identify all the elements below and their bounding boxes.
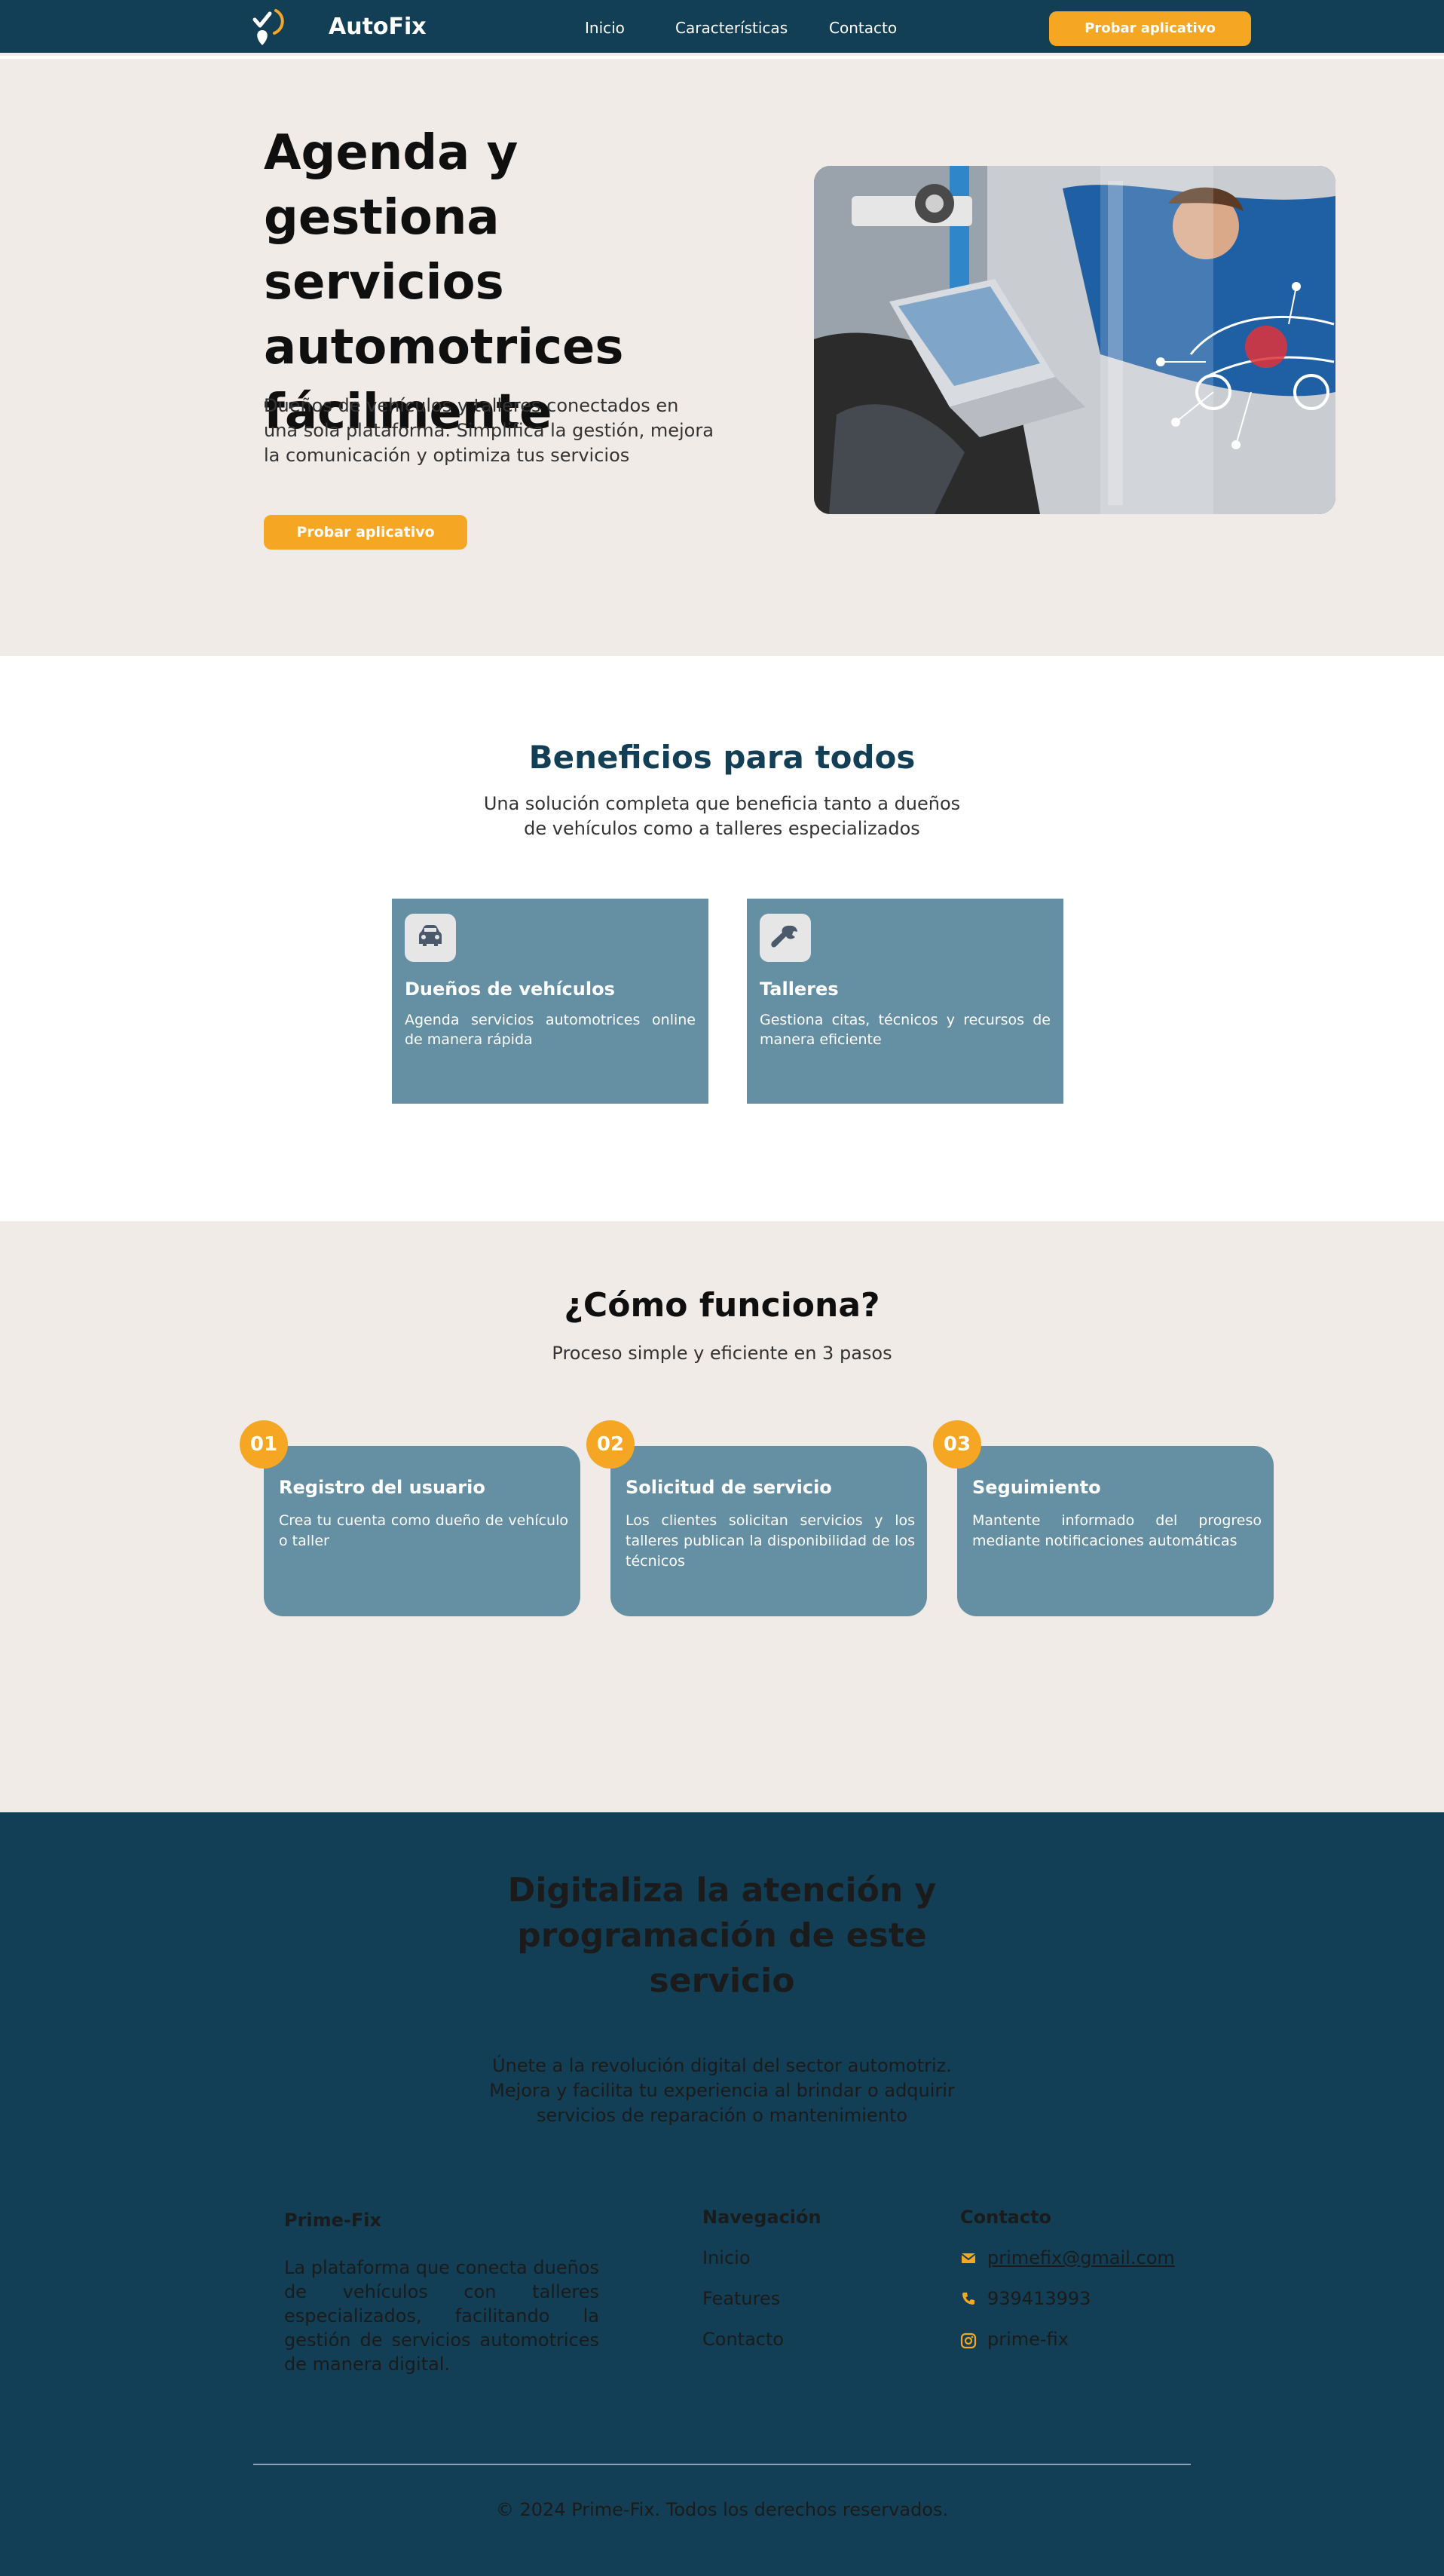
nav-link-inicio[interactable]: Inicio [585,17,625,39]
benefits-title: Beneficios para todos [528,739,916,776]
benefit-card-desc: Agenda servicios automotrices online de … [405,1012,696,1048]
benefits-subtitle: Una solución completa que beneficia tant… [483,793,961,839]
nav-link-caracteristicas[interactable]: Características [675,17,788,39]
header-try-app-button[interactable]: Probar aplicativo [1049,11,1251,46]
cta-text: Únete a la revolución digital del sector… [489,2055,955,2126]
contact-phone: 939413993 [987,2288,1091,2309]
copyright-text: © 2024 Prime-Fix. Todos los derechos res… [495,2499,949,2520]
wrench-icon [760,914,811,962]
benefit-card-desc: Gestiona citas, técnicos y recursos de m… [760,1012,1051,1048]
brand-name[interactable]: AutoFix [329,12,427,42]
footer-link-inicio[interactable]: Inicio [702,2245,751,2271]
step-card-2: Solicitud de servicio Los clientes solic… [610,1446,927,1616]
how-it-works-subtitle: Proceso simple y eficiente en 3 pasos [552,1343,892,1364]
contact-email-link[interactable]: primefix@gmail.com [987,2245,1175,2271]
benefit-card-workshops: Talleres Gestiona citas, técnicos y recu… [747,899,1063,1104]
benefit-card-owners: Dueños de vehículos Agenda servicios aut… [392,899,708,1104]
step-title: Solicitud de servicio [626,1477,832,1498]
hero-mechanic-image [814,166,1335,514]
brand-logo-icon[interactable] [250,8,288,50]
cta-title: Digitaliza la atención y programación de… [507,1871,937,2000]
footer-brand: Prime-Fix [284,2210,381,2231]
car-icon [405,914,456,962]
footer-nav-heading: Navegación [702,2207,821,2228]
benefit-card-title: Dueños de vehículos [405,979,615,1000]
step-number-badge: 01 [240,1420,288,1469]
how-it-works-title: ¿Cómo funciona? [564,1286,880,1325]
footer-link-contacto[interactable]: Contacto [702,2326,784,2352]
instagram-icon[interactable] [960,2332,977,2349]
hero-subtitle: Dueños de vehículos y talleres conectado… [264,395,714,466]
step-number-badge: 03 [933,1420,981,1469]
step-desc: Los clientes solicitan servicios y los t… [626,1512,915,1570]
step-number-badge: 02 [586,1420,635,1469]
footer-description: La plataforma que conecta dueños de vehí… [284,2257,599,2375]
step-desc: Mantente informado del progreso mediante… [972,1512,1262,1549]
step-desc: Crea tu cuenta como dueño de vehículo o … [279,1512,568,1549]
benefit-card-title: Talleres [760,979,839,1000]
footer-divider [253,2464,1191,2465]
step-title: Seguimiento [972,1477,1101,1498]
step-title: Registro del usuario [279,1477,485,1498]
footer-contact-heading: Contacto [960,2207,1052,2228]
contact-social-link[interactable]: prime-fix [987,2326,1069,2352]
hero-try-app-button[interactable]: Probar aplicativo [264,515,467,550]
phone-icon [962,2293,974,2305]
nav-link-contacto[interactable]: Contacto [829,17,897,39]
footer-link-features[interactable]: Features [702,2286,780,2311]
step-card-1: Registro del usuario Crea tu cuenta como… [264,1446,580,1616]
mail-icon [961,2253,976,2263]
step-card-3: Seguimiento Mantente informado del progr… [957,1446,1274,1616]
